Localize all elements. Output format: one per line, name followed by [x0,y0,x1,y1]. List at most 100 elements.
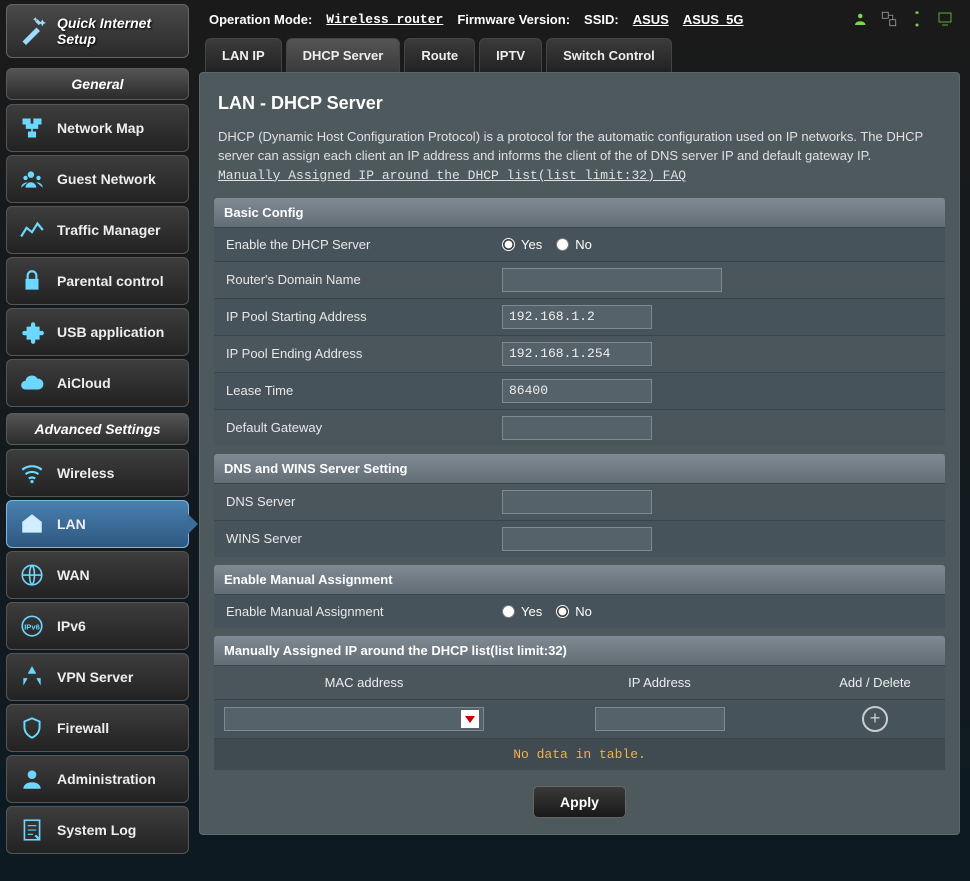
table-nodata: No data in table. [214,738,945,770]
faq-link[interactable]: Manually Assigned IP around the DHCP lis… [218,168,686,183]
pool-start-input[interactable] [502,305,652,329]
wifi-icon [19,460,45,486]
lan-icon [19,511,45,537]
sidebar-item-administration[interactable]: Administration [6,755,189,803]
tab-switch-control[interactable]: Switch Control [546,38,672,72]
sidebar-item-system-log[interactable]: System Log [6,806,189,854]
col-action-header: Add / Delete [805,666,945,699]
col-ip-header: IP Address [514,666,805,699]
mac-address-select[interactable] [224,707,484,731]
network-map-icon [19,115,45,141]
pool-end-label: IP Pool Ending Address [214,337,492,370]
lease-time-label: Lease Time [214,374,492,407]
sidebar-item-label: System Log [57,822,136,838]
lease-time-input[interactable] [502,379,652,403]
sidebar-item-usb-application[interactable]: USB application [6,308,189,356]
lock-icon [19,268,45,294]
guest-network-icon [19,166,45,192]
svg-text:IPv6: IPv6 [24,622,40,631]
sidebar-item-lan[interactable]: LAN [6,500,189,548]
admin-icon [19,766,45,792]
traffic-manager-icon [19,217,45,243]
quick-setup-label: Quick Internet Setup [57,15,176,47]
ipv6-icon: IPv6 [19,613,45,639]
wand-icon [19,17,47,45]
dns-server-label: DNS Server [214,485,492,518]
sidebar-item-label: WAN [57,567,90,583]
section-dns-header: DNS and WINS Server Setting [214,454,945,483]
log-icon [19,817,45,843]
sidebar-item-firewall[interactable]: Firewall [6,704,189,752]
enable-manual-label: Enable Manual Assignment [214,595,492,628]
sidebar-item-aicloud[interactable]: AiCloud [6,359,189,407]
sidebar-item-label: Network Map [57,120,144,136]
dns-server-input[interactable] [502,490,652,514]
sidebar-item-label: Parental control [57,273,164,289]
shield-icon [19,715,45,741]
op-mode-label: Operation Mode: [209,12,312,27]
ip-address-input[interactable] [595,707,725,731]
enable-manual-yes[interactable]: Yes [502,604,542,619]
topbar: Operation Mode: Wireless router Firmware… [199,8,960,38]
domain-name-label: Router's Domain Name [214,263,492,296]
section-table-header: Manually Assigned IP around the DHCP lis… [214,636,945,665]
section-manual-header: Enable Manual Assignment [214,565,945,594]
enable-manual-no[interactable]: No [556,604,592,619]
fw-label: Firmware Version: [457,12,570,27]
col-mac-header: MAC address [214,666,514,699]
sidebar-item-label: Administration [57,771,156,787]
wins-server-input[interactable] [502,527,652,551]
sidebar-item-label: Traffic Manager [57,222,160,238]
sidebar-item-label: AiCloud [57,375,111,391]
tab-route[interactable]: Route [404,38,475,72]
op-mode-value[interactable]: Wireless router [326,12,443,27]
sidebar-item-label: Guest Network [57,171,156,187]
users-status-icon[interactable] [852,10,870,28]
sidebar-item-vpn-server[interactable]: VPN Server [6,653,189,701]
sidebar-item-parental-control[interactable]: Parental control [6,257,189,305]
sidebar-item-label: LAN [57,516,86,532]
quick-setup-button[interactable]: Quick Internet Setup [6,4,189,58]
apply-button[interactable]: Apply [533,786,626,818]
content-panel: LAN - DHCP Server DHCP (Dynamic Host Con… [199,72,960,835]
wins-server-label: WINS Server [214,522,492,555]
puzzle-icon [19,319,45,345]
tab-lan-ip[interactable]: LAN IP [205,38,282,72]
sidebar-item-network-map[interactable]: Network Map [6,104,189,152]
ssid-value-1[interactable]: ASUS [633,12,669,27]
sidebar-item-traffic-manager[interactable]: Traffic Manager [6,206,189,254]
tab-dhcp-server[interactable]: DHCP Server [286,38,401,72]
globe-icon [19,562,45,588]
default-gateway-label: Default Gateway [214,411,492,444]
enable-dhcp-yes[interactable]: Yes [502,237,542,252]
enable-dhcp-label: Enable the DHCP Server [214,228,492,261]
page-title: LAN - DHCP Server [218,93,941,114]
sidebar-item-label: Firewall [57,720,109,736]
add-row-button[interactable]: + [862,706,888,732]
pool-end-input[interactable] [502,342,652,366]
pool-start-label: IP Pool Starting Address [214,300,492,333]
sidebar-item-guest-network[interactable]: Guest Network [6,155,189,203]
sidebar-item-label: USB application [57,324,164,340]
link-status-icon[interactable] [880,10,898,28]
chevron-down-icon [461,710,479,728]
section-basic-header: Basic Config [214,198,945,227]
ssid-value-2[interactable]: ASUS_5G [683,12,744,27]
usb-status-icon[interactable] [908,10,926,28]
enable-dhcp-no[interactable]: No [556,237,592,252]
ssid-label: SSID: [584,12,619,27]
sidebar-item-wireless[interactable]: Wireless [6,449,189,497]
sidebar-item-label: IPv6 [57,618,86,634]
page-description: DHCP (Dynamic Host Configuration Protoco… [218,128,941,186]
sidebar-item-wan[interactable]: WAN [6,551,189,599]
sidebar-item-ipv6[interactable]: IPv6 IPv6 [6,602,189,650]
vpn-icon [19,664,45,690]
sidebar-general-header: General [6,68,189,100]
domain-name-input[interactable] [502,268,722,292]
sidebar-item-label: VPN Server [57,669,133,685]
default-gateway-input[interactable] [502,416,652,440]
tab-iptv[interactable]: IPTV [479,38,542,72]
device-status-icon[interactable] [936,10,954,28]
cloud-icon [19,370,45,396]
sidebar-item-label: Wireless [57,465,114,481]
